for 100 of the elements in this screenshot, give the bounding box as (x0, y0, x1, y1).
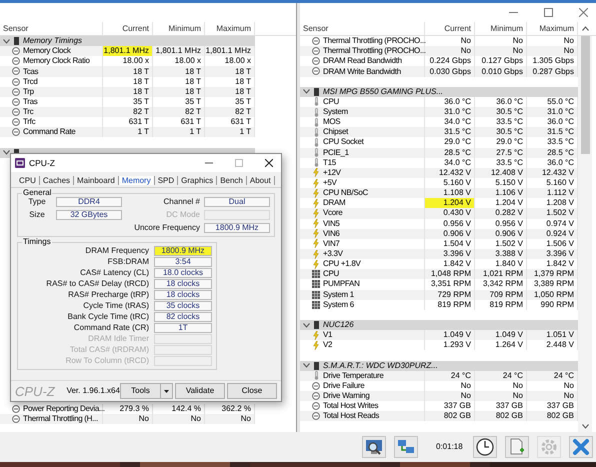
scrollbar-thumb[interactable] (580, 36, 590, 154)
fan-grid-icon (312, 300, 320, 309)
sensor-name: Total Host Reads (323, 410, 380, 422)
chip-icon (314, 321, 319, 329)
tab[interactable]: Graphics (178, 176, 218, 185)
table-cell: 30.5 °C (475, 127, 527, 138)
collapse-chevron-icon[interactable] (3, 38, 10, 44)
tab[interactable]: CPU (16, 176, 40, 185)
table-row[interactable]: Thermal Throttling (PROCHO... No No No (300, 46, 578, 56)
group-row[interactable]: Memory Timings (0, 36, 255, 46)
sensor-name: DRAM Write Bandwidth (323, 66, 401, 78)
table-row[interactable]: Thermal Throttling (H... No No No (0, 414, 255, 424)
network-computers-icon[interactable] (394, 436, 418, 458)
column-header[interactable]: Minimum (475, 22, 527, 35)
gauge-icon (312, 67, 320, 76)
column-header[interactable]: Sensor (300, 22, 425, 35)
field-label: Channel # (162, 197, 200, 207)
table-cell: No (425, 390, 475, 402)
value-field: Dual (204, 197, 270, 207)
tab[interactable]: Memory (118, 176, 155, 185)
fan-grid-icon (312, 270, 320, 278)
table-cell: 27.5 °C (475, 148, 527, 158)
collapse-chevron-icon[interactable] (303, 89, 310, 94)
scroll-down-icon[interactable] (582, 424, 588, 429)
gauge-icon (312, 57, 320, 66)
field-label: DRAM Idle Timer (87, 334, 149, 344)
table-row[interactable]: CPU NB/SoC 1.108 V 1.106 V 1.112 V (300, 188, 578, 198)
table-cell: 1 T (153, 127, 205, 138)
table-row[interactable]: VIN6 0.906 V 0.906 V 0.924 V (300, 228, 578, 239)
collapse-chevron-icon[interactable] (3, 150, 10, 156)
table-row[interactable]: System 1 729 RPM 709 RPM 1,050 RPM (300, 290, 578, 300)
close-icon[interactable] (265, 159, 273, 167)
table-cell: 0.906 V (475, 228, 527, 239)
table-row[interactable]: Total Host Reads 802 GB 802 GB 802 GB (300, 411, 578, 422)
group-row[interactable]: NUC126 (300, 320, 578, 330)
table-row[interactable]: Vcore 0.430 V 0.282 V 1.502 V (300, 208, 578, 219)
sensor-name: DRAM Read Bandwidth (323, 55, 402, 68)
table-cell: 819 RPM (475, 300, 527, 310)
dialog-button[interactable]: Close (227, 383, 277, 399)
dialog-button[interactable]: Validate (175, 383, 225, 399)
value-field: 18 clocks (154, 279, 212, 289)
table-row[interactable]: Command Rate 1 T 1 T 1 T (0, 127, 255, 138)
table-cell: 1.106 V (475, 188, 527, 198)
table-cell: 1,801.1 MHz (103, 46, 153, 56)
sensor-name: PUMPFAN (323, 278, 360, 290)
clock-icon[interactable] (472, 436, 497, 458)
table-cell: 1.049 V (425, 330, 475, 340)
tab[interactable]: About (246, 176, 275, 185)
table-row[interactable]: System 31.0 °C 30.5 °C 31.0 °C (300, 106, 578, 118)
table-cell: 0.906 V (425, 228, 475, 239)
table-row[interactable]: Trc 82 T 82 T 82 T (0, 106, 255, 118)
table-row[interactable]: Drive Temperature 24 °C 24 °C 24 °C (300, 370, 578, 381)
table-cell: 82 T (153, 106, 205, 118)
field-label: Uncore Frequency (133, 223, 200, 233)
table-row[interactable]: V1 1.049 V 1.049 V 1.051 V (300, 330, 578, 340)
table-cell: 1 T (205, 127, 255, 138)
collapse-chevron-icon[interactable] (303, 322, 310, 328)
column-header[interactable]: Maximum (205, 22, 255, 35)
column-header[interactable]: Current (425, 22, 475, 35)
table-row[interactable]: Chipset 31.5 °C 30.5 °C 31.5 °C (300, 127, 578, 138)
thermometer-icon (314, 371, 318, 380)
column-header[interactable]: Minimum (153, 22, 205, 35)
gauge-icon (312, 47, 320, 56)
table-cell: 18 T (103, 86, 153, 97)
field-label: CAS# Latency (CL) (79, 268, 149, 278)
gauge-icon (12, 88, 20, 96)
table-cell: 1 T (103, 127, 153, 138)
table-row[interactable]: PCIE_1 28.5 °C 27.5 °C 28.5 °C (300, 148, 578, 158)
sensor-name: System (323, 106, 348, 118)
table-cell: 3.388 V (475, 248, 527, 260)
tab[interactable]: Bench (217, 176, 247, 185)
table-row[interactable]: Trp 18 T 18 T 18 T (0, 86, 255, 97)
sensor-name: Total Host Writes (323, 400, 378, 412)
collapse-chevron-icon[interactable] (303, 363, 310, 368)
table-row[interactable]: Drive Warning No No No (300, 390, 578, 402)
table-row[interactable]: CPU 1,048 RPM 1,021 RPM 1,379 RPM (300, 269, 578, 280)
table-cell: 1,801.1 MHz (153, 46, 205, 56)
table-row[interactable]: Memory Clock 1,801.1 MHz 1,801.1 MHz 1,801.1 MHz (0, 46, 255, 56)
scroll-up-icon[interactable] (582, 26, 588, 31)
column-header[interactable]: Sensor (0, 22, 103, 35)
gauge-icon (12, 67, 20, 76)
monitor-magnifier-icon[interactable] (362, 436, 386, 458)
sensor-name: Drive Temperature (323, 370, 384, 382)
document-plus-icon[interactable] (504, 436, 529, 458)
table-row[interactable]: DRAM Write Bandwidth 0.030 Gbps 0.010 Gbps 0.287 Gbps (300, 66, 578, 77)
table-cell: 729 RPM (425, 290, 475, 300)
table-cell: 18 T (205, 86, 255, 97)
column-header[interactable]: Current (103, 22, 153, 35)
group-row[interactable]: MSI MPG B550 GAMING PLUS... (300, 86, 578, 97)
column-header[interactable]: Maximum (527, 22, 578, 35)
table-row[interactable]: +12V 12.432 V 12.408 V 12.432 V (300, 168, 578, 178)
maximize-icon[interactable] (544, 8, 553, 17)
tab[interactable]: Caches (40, 176, 74, 185)
table-row[interactable]: Tcas 18 T 18 T 18 T (0, 66, 255, 77)
sensor-name: +3.3V (323, 248, 343, 260)
gauge-icon (12, 78, 20, 86)
group-row[interactable]: S.M.A.R.T.: WDC WD30PURZ... (300, 360, 578, 371)
table-row[interactable]: +3.3V 3.396 V 3.388 V 3.396 V (300, 248, 578, 260)
tab[interactable]: SPD (154, 176, 178, 185)
sensor-name: Trp (23, 86, 34, 98)
